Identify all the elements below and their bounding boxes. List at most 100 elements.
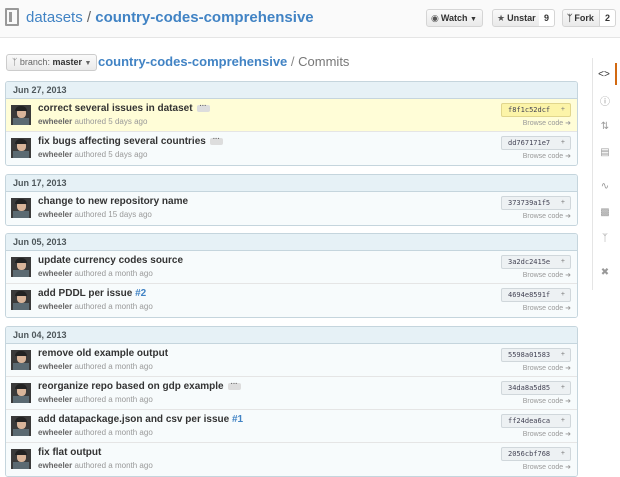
repo-nav: <> ⓘ ⇅ ▤ ∿ ▩ ᛉ ✖ xyxy=(592,58,617,290)
star-count[interactable]: 9 xyxy=(539,9,556,27)
browse-code-link[interactable]: Browse code ➜ xyxy=(523,119,571,127)
arrow-right-icon: ➜ xyxy=(565,213,571,220)
author-link[interactable]: ewheeler xyxy=(38,210,72,219)
avatar[interactable] xyxy=(11,449,31,469)
breadcrumb-repo-link[interactable]: country-codes-comprehensive xyxy=(98,54,287,69)
commit-message: correct several issues in dataset ··· xyxy=(38,103,210,114)
commit-message: remove old example output xyxy=(38,348,168,359)
expand-message-button[interactable]: ··· xyxy=(209,136,223,145)
commit-sha-button[interactable]: ff24dea6ca + xyxy=(501,414,571,428)
commit-meta: ewheeler authored a month ago xyxy=(38,428,153,437)
commit-message-link[interactable]: add PDDL per issue xyxy=(38,288,132,299)
commit-message: add PDDL per issue #2 xyxy=(38,288,146,299)
repo-link[interactable]: country-codes-comprehensive xyxy=(95,9,313,26)
eye-icon: ◉ xyxy=(431,13,439,23)
network-icon[interactable]: ᛉ xyxy=(593,227,617,249)
browse-code-link[interactable]: Browse code ➜ xyxy=(523,304,571,312)
commit-sha-button[interactable]: 2056cbf768 + xyxy=(501,447,571,461)
arrow-right-icon: ➜ xyxy=(565,305,571,312)
avatar[interactable] xyxy=(11,290,31,310)
plus-icon: + xyxy=(560,258,565,265)
avatar[interactable] xyxy=(11,416,31,436)
fork-count[interactable]: 2 xyxy=(600,9,617,27)
wiki-icon[interactable]: ▤ xyxy=(593,141,617,163)
repo-title: datasets / country-codes-comprehensive xyxy=(26,9,314,26)
commit-message-link[interactable]: change to new repository name xyxy=(38,196,188,207)
commit-message-link[interactable]: fix flat output xyxy=(38,447,101,458)
owner-link[interactable]: datasets xyxy=(26,9,83,26)
commit-sha-button[interactable]: dd767171e7 + xyxy=(501,136,571,150)
branch-selector[interactable]: ᛉ branch: master ▼ xyxy=(6,54,98,71)
commit-message-link[interactable]: update currency codes source xyxy=(38,255,183,266)
commit-sha: f8f1c52dcf xyxy=(508,106,551,114)
arrow-right-icon: ➜ xyxy=(565,365,571,372)
commit-message-link[interactable]: add datapackage.json and csv per issue xyxy=(38,414,229,425)
issue-link[interactable]: #2 xyxy=(135,288,146,299)
author-link[interactable]: ewheeler xyxy=(38,428,72,437)
commit-group: Jun 05, 2013 update currency codes source… xyxy=(5,233,578,318)
browse-code-link[interactable]: Browse code ➜ xyxy=(523,463,571,471)
avatar[interactable] xyxy=(11,138,31,158)
commit-sha-button[interactable]: 373739a1f5 + xyxy=(501,196,571,210)
commit-message-link[interactable]: correct several issues in dataset xyxy=(38,103,193,114)
caret-down-icon: ▼ xyxy=(84,60,92,67)
browse-code-link[interactable]: Browse code ➜ xyxy=(523,271,571,279)
browse-code-link[interactable]: Browse code ➜ xyxy=(523,152,571,160)
commit-row: add PDDL per issue #2 ewheeler authored a… xyxy=(6,284,577,317)
browse-code-link[interactable]: Browse code ➜ xyxy=(523,212,571,220)
avatar[interactable] xyxy=(11,383,31,403)
plus-icon: + xyxy=(560,384,565,391)
watch-button[interactable]: ◉ Watch ▼ xyxy=(426,9,483,27)
caret-down-icon: ▼ xyxy=(470,16,477,23)
author-link[interactable]: ewheeler xyxy=(38,395,72,404)
author-link[interactable]: ewheeler xyxy=(38,461,72,470)
avatar[interactable] xyxy=(11,198,31,218)
settings-icon[interactable]: ✖ xyxy=(593,261,617,283)
commit-sha: 34da8a5d85 xyxy=(508,384,551,392)
commit-sha-button[interactable]: f8f1c52dcf + xyxy=(501,103,571,117)
star-icon: ★ xyxy=(497,13,506,23)
breadcrumb-current: Commits xyxy=(298,54,350,69)
commit-message-link[interactable]: fix bugs affecting several countries xyxy=(38,136,206,147)
code-icon[interactable]: <> xyxy=(593,63,617,85)
commit-meta: ewheeler authored 15 days ago xyxy=(38,210,152,219)
author-link[interactable]: ewheeler xyxy=(38,150,72,159)
commit-sha-button[interactable]: 3a2dc2415e + xyxy=(501,255,571,269)
pulse-icon[interactable]: ∿ xyxy=(593,175,617,197)
commit-message: change to new repository name xyxy=(38,196,188,207)
commit-sha-button[interactable]: 34da8a5d85 + xyxy=(501,381,571,395)
commit-message-link[interactable]: reorganize repo based on gdp example xyxy=(38,381,224,392)
author-link[interactable]: ewheeler xyxy=(38,302,72,311)
repo-icon xyxy=(5,8,19,26)
graphs-icon[interactable]: ▩ xyxy=(593,201,617,223)
commit-sha: dd767171e7 xyxy=(508,139,551,147)
avatar[interactable] xyxy=(11,105,31,125)
expand-message-button[interactable]: ··· xyxy=(227,381,241,390)
commit-meta: ewheeler authored a month ago xyxy=(38,395,153,404)
issues-icon[interactable]: ⓘ xyxy=(593,89,617,111)
browse-code-link[interactable]: Browse code ➜ xyxy=(523,430,571,438)
commit-sha-button[interactable]: 5598a01583 + xyxy=(501,348,571,362)
commit-message: add datapackage.json and csv per issue #… xyxy=(38,414,243,425)
pull-requests-icon[interactable]: ⇅ xyxy=(593,115,617,137)
commit-sha-button[interactable]: 4694e8591f + xyxy=(501,288,571,302)
commit-message-link[interactable]: remove old example output xyxy=(38,348,168,359)
commit-sha: 5598a01583 xyxy=(508,351,551,359)
avatar[interactable] xyxy=(11,350,31,370)
expand-message-button[interactable]: ··· xyxy=(196,103,210,112)
author-link[interactable]: ewheeler xyxy=(38,269,72,278)
fork-button[interactable]: ᛉ Fork xyxy=(562,9,600,27)
title-separator: / xyxy=(86,9,92,26)
unstar-button[interactable]: ★ Unstar xyxy=(492,9,542,27)
browse-code-label: Browse code xyxy=(522,305,564,312)
avatar[interactable] xyxy=(11,257,31,277)
author-link[interactable]: ewheeler xyxy=(38,362,72,371)
browse-code-label: Browse code xyxy=(522,153,564,160)
browse-code-label: Browse code xyxy=(522,272,564,279)
author-link[interactable]: ewheeler xyxy=(38,117,72,126)
arrow-right-icon: ➜ xyxy=(565,431,571,438)
issue-link[interactable]: #1 xyxy=(232,414,243,425)
browse-code-link[interactable]: Browse code ➜ xyxy=(523,364,571,372)
commit-time: authored a month ago xyxy=(74,362,153,371)
browse-code-link[interactable]: Browse code ➜ xyxy=(523,397,571,405)
